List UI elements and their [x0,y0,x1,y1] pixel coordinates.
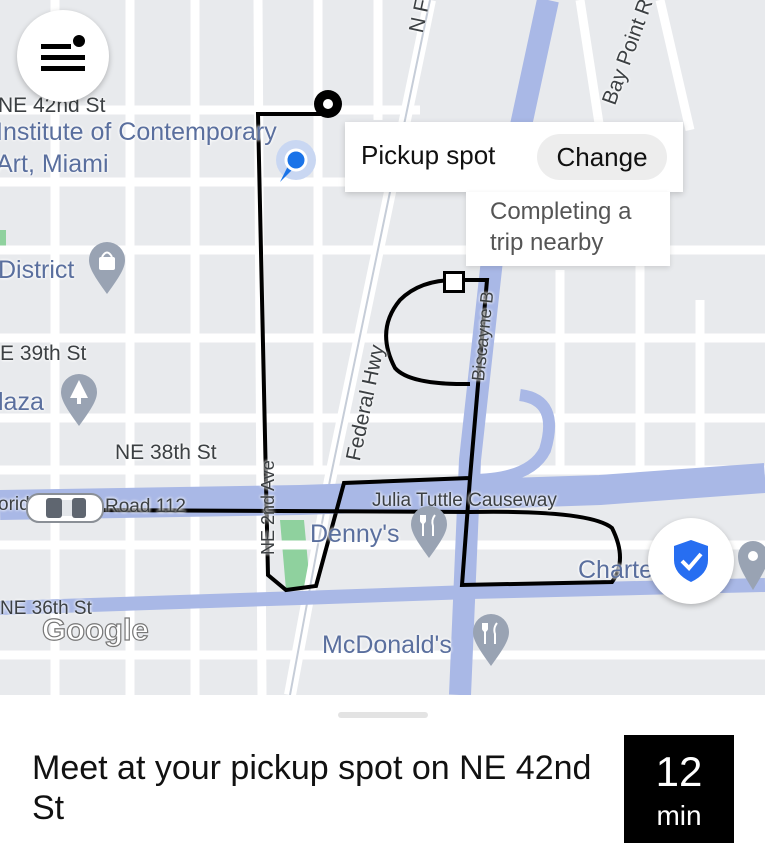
place-label-dennys: Denny's [310,520,400,548]
eta-unit: min [656,800,702,831]
driver-status-card: Completing a trip nearby [466,192,670,266]
driver-status-text: Completing a trip nearby [490,198,632,256]
eta-badge: 12 min [624,735,734,843]
notification-dot-icon [71,33,87,49]
pickup-marker [314,90,342,118]
street-label-julia-tuttle: Julia Tuttle Causeway [372,490,557,511]
change-pickup-button[interactable]: Change [537,134,667,180]
street-label-e-39th: E 39th St [0,342,87,365]
menu-button[interactable] [17,10,109,102]
place-label-ica-line1: Institute of Contemporary [0,118,277,146]
car-icon [26,493,104,523]
street-label-ne-2nd-ave: NE 2nd Ave [258,460,278,555]
eta-value: 12 [655,748,703,795]
shopping-bag-icon[interactable] [88,242,126,296]
sheet-drag-handle[interactable] [338,712,428,718]
pickup-spot-card: Pickup spot Change [345,122,683,192]
street-label-road-112: Road 112 [105,496,186,517]
google-attribution: Google [41,611,149,647]
place-label-plaza: laza [0,388,44,416]
route-end-marker [443,271,465,293]
shield-check-icon [674,540,708,582]
restaurant-icon[interactable] [472,614,510,668]
location-dot-icon [276,140,316,182]
restaurant-icon[interactable] [410,506,448,560]
menu-icon [41,33,87,71]
pickup-spot-label: Pickup spot [361,140,496,170]
street-label-ne-38th: NE 38th St [115,441,217,464]
map-view[interactable]: NE 42nd St N Federal H Bay Point R E 39t… [0,0,765,695]
map-pin-icon[interactable] [738,540,765,592]
safety-toolkit-button[interactable] [648,518,734,604]
place-label-mcdonalds: McDonald's [322,631,452,659]
place-label-ica-line2: Art, Miami [0,150,109,178]
park-tree-icon[interactable] [60,374,98,428]
place-label-charter: Charte [578,556,654,584]
place-label-district: District [0,256,75,284]
pickup-instruction: Meet at your pickup spot on NE 42nd St [32,749,592,827]
